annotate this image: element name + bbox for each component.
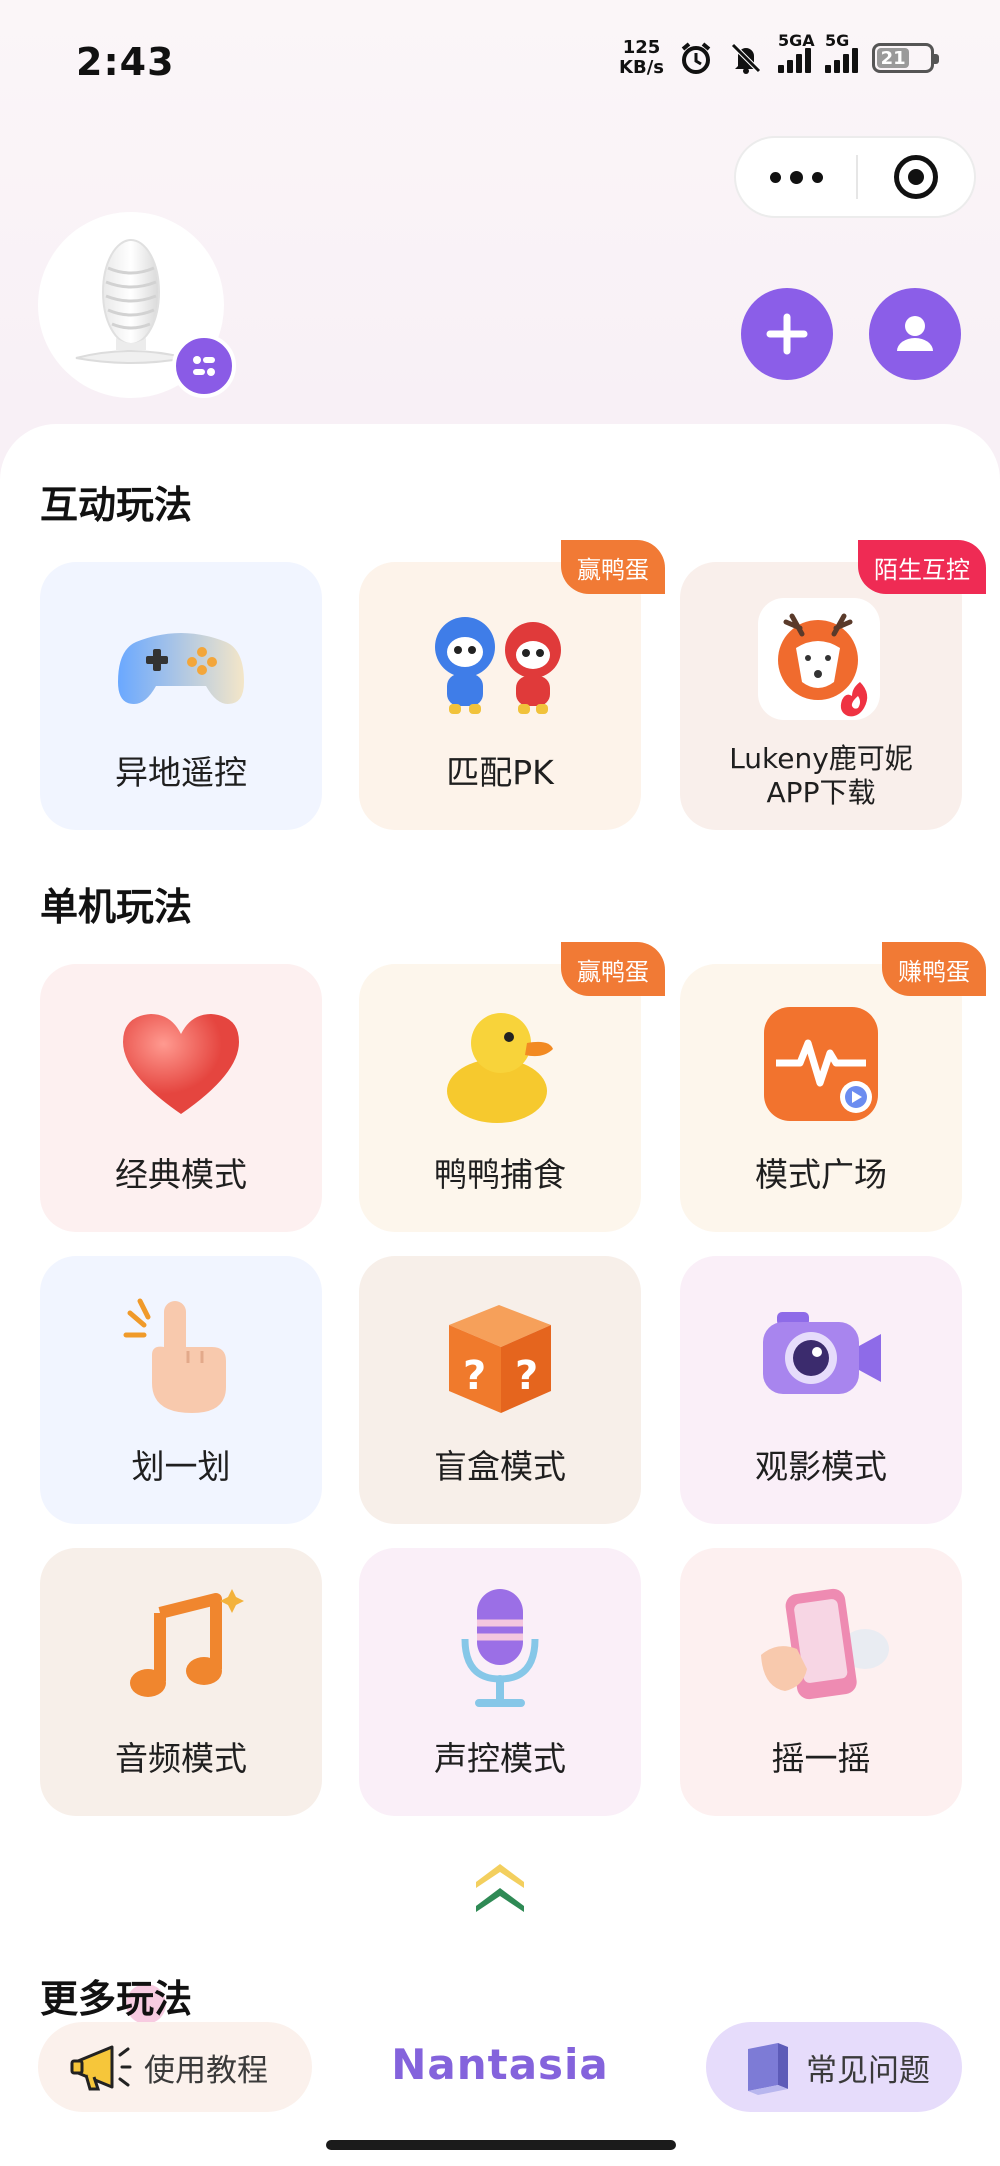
deer-app-icon <box>756 596 886 726</box>
section-title-interactive: 互动玩法 <box>40 474 192 530</box>
sim1-label: 5GA <box>778 31 815 50</box>
gamepad-icon <box>111 592 251 732</box>
alarm-icon <box>678 40 714 76</box>
card-label: 匹配PK <box>446 753 554 792</box>
heart-icon <box>111 994 251 1134</box>
add-device-button[interactable] <box>741 288 833 380</box>
battery-icon: 21 <box>872 43 939 73</box>
badge-win-egg: 赢鸭蛋 <box>561 942 665 996</box>
card-voice-control[interactable]: 声控模式 <box>359 1548 641 1816</box>
badge-stranger-control: 陌生互控 <box>858 540 986 594</box>
card-label: 划一划 <box>131 1447 231 1486</box>
mascots-icon <box>415 592 585 732</box>
svg-text:?: ? <box>515 1353 538 1399</box>
book-icon <box>748 2043 788 2095</box>
scroll-to-top-button[interactable] <box>470 1856 530 1916</box>
card-label: 经典模式 <box>115 1155 247 1194</box>
waveform-app-icon <box>751 994 891 1134</box>
card-label: 异地遥控 <box>115 753 247 792</box>
section-title-solo: 单机玩法 <box>40 876 192 932</box>
card-label: Lukeny鹿可妮 APP下载 <box>680 742 962 810</box>
card-audio-mode[interactable]: 音频模式 <box>40 1548 322 1816</box>
card-label: 音频模式 <box>115 1739 247 1778</box>
more-dots-icon[interactable] <box>736 138 856 216</box>
card-label: 摇一摇 <box>771 1739 871 1778</box>
card-label: 声控模式 <box>434 1739 566 1778</box>
card-blind-box[interactable]: ?? 盲盒模式 <box>359 1256 641 1524</box>
switch-icon <box>193 356 215 376</box>
section-title-more: 更多玩法 <box>40 1968 192 2024</box>
brand-logo: Nantasia <box>391 2040 609 2089</box>
card-label: 模式广场 <box>755 1155 887 1194</box>
camera-icon <box>751 1286 891 1426</box>
plus-icon <box>766 313 808 355</box>
badge-win-egg: 赢鸭蛋 <box>561 540 665 594</box>
signal-sim1-icon: 5GA <box>778 31 815 73</box>
network-speed-unit: KB/s <box>619 57 664 78</box>
target-icon <box>894 155 938 199</box>
home-indicator[interactable] <box>326 2140 676 2150</box>
double-chevron-up-icon <box>476 1864 524 1912</box>
faq-label: 常见问题 <box>806 2052 930 2089</box>
megaphone-icon <box>70 2045 132 2091</box>
mute-bell-icon <box>728 40 764 76</box>
tutorial-button[interactable]: 使用教程 <box>38 2022 312 2112</box>
switch-device-button[interactable] <box>172 334 236 398</box>
card-mode-plaza[interactable]: 赚鸭蛋 模式广场 <box>680 942 986 1232</box>
svg-text:?: ? <box>463 1353 486 1399</box>
sim2-label: 5G <box>825 31 850 50</box>
card-label: 盲盒模式 <box>434 1447 566 1486</box>
status-time: 2:43 <box>76 40 175 84</box>
badge-earn-egg: 赚鸭蛋 <box>882 942 986 996</box>
music-note-icon <box>111 1578 251 1718</box>
network-speed-value: 125 <box>622 37 661 58</box>
card-label-line1: Lukeny鹿可妮 <box>729 742 913 775</box>
status-icons: 125 KB/s 5GA 5G 21 <box>619 31 939 78</box>
status-bar: 2:43 125 KB/s 5GA 5G 21 <box>0 0 1000 110</box>
pointing-hand-icon <box>111 1286 251 1426</box>
card-match-pk[interactable]: 赢鸭蛋 匹配PK <box>359 540 665 830</box>
card-classic-mode[interactable]: 经典模式 <box>40 964 322 1232</box>
rubber-duck-icon <box>430 994 570 1134</box>
card-lukeny-app[interactable]: 陌生互控 Lukeny鹿可妮 APP下载 <box>680 540 986 830</box>
card-label-line2: APP下载 <box>766 776 876 809</box>
card-duck-hunt[interactable]: 赢鸭蛋 鸭鸭捕食 <box>359 942 665 1232</box>
signal-sim2-icon: 5G <box>825 31 858 73</box>
card-shake[interactable]: 摇一摇 <box>680 1548 962 1816</box>
close-target-button[interactable] <box>858 155 974 199</box>
faq-button[interactable]: 常见问题 <box>706 2022 962 2112</box>
card-label: 观影模式 <box>755 1447 887 1486</box>
network-speed: 125 KB/s <box>619 38 664 78</box>
mystery-box-icon: ?? <box>430 1286 570 1426</box>
battery-level: 21 <box>880 47 906 69</box>
card-label: 鸭鸭捕食 <box>434 1155 566 1194</box>
profile-button[interactable] <box>869 288 961 380</box>
card-swipe[interactable]: 划一划 <box>40 1256 322 1524</box>
user-icon <box>897 316 933 351</box>
card-movie-mode[interactable]: 观影模式 <box>680 1256 962 1524</box>
card-remote-control[interactable]: 异地遥控 <box>40 562 322 830</box>
phone-in-hand-icon <box>751 1578 891 1718</box>
tutorial-label: 使用教程 <box>144 2052 268 2089</box>
microphone-icon <box>430 1578 570 1718</box>
mini-program-capsule <box>734 136 976 218</box>
